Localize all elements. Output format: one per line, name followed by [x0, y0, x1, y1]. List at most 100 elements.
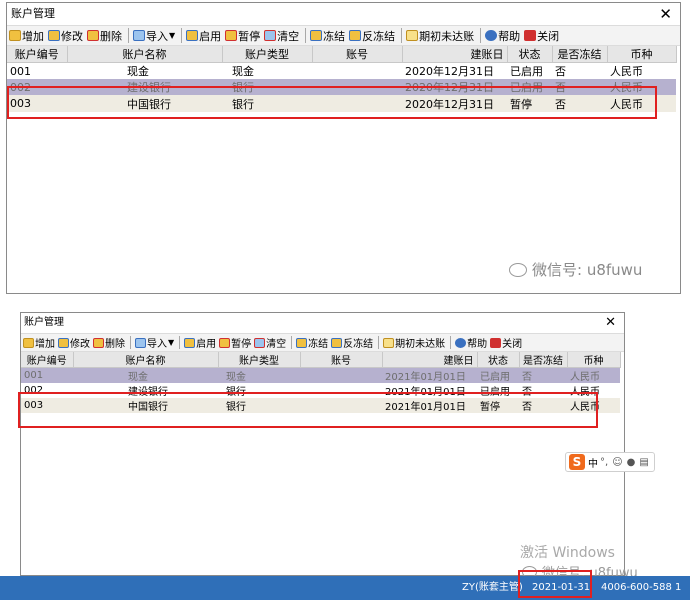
cell-account-no: [312, 63, 402, 80]
help-button[interactable]: 帮助: [485, 28, 520, 44]
microphone-icon[interactable]: ●: [627, 457, 636, 468]
column-header[interactable]: 状态: [507, 46, 553, 63]
cell-name: 现金: [127, 65, 149, 78]
close-window-icon: [490, 337, 502, 348]
close-icon[interactable]: ✕: [659, 3, 672, 25]
close-button[interactable]: 关闭: [524, 28, 559, 44]
chevron-down-icon[interactable]: ▼: [169, 31, 175, 40]
help-button[interactable]: 帮助: [455, 335, 487, 350]
column-header[interactable]: 账号: [312, 46, 403, 63]
cell-code: 001: [10, 64, 31, 78]
window-title: 账户管理: [24, 317, 64, 328]
account-management-window-top: 账户管理 ✕ 增加 修改 删除 导入 ▼ 启用 暂停 清空 冻结 反冻结 期初未达…: [6, 2, 681, 294]
import-button[interactable]: 导入 ▼: [135, 335, 174, 350]
table-row[interactable]: 001 现金 现金 2020年12月31日 已启用 否 人民币: [7, 63, 676, 80]
unfreeze-button[interactable]: 反冻结: [331, 335, 373, 350]
table-row[interactable]: 001 现金 现金 2021年01月01日 已启用 否 人民币: [21, 367, 620, 383]
import-icon: [133, 30, 145, 41]
hotline-number: 4006-600-588 1: [601, 582, 682, 593]
unfreeze-icon: [331, 337, 343, 348]
document-icon: [406, 30, 419, 41]
enable-button[interactable]: 启用: [186, 28, 221, 44]
toolbar-divider: [128, 28, 129, 43]
close-button[interactable]: 关闭: [490, 335, 522, 350]
column-header[interactable]: 建账日: [402, 46, 508, 63]
close-icon[interactable]: ✕: [605, 313, 616, 333]
pause-icon: [219, 337, 231, 348]
edit-button[interactable]: 修改: [48, 28, 83, 44]
delete-button[interactable]: 删除: [87, 28, 122, 44]
toolbar-divider: [378, 336, 380, 349]
pause-button[interactable]: 暂停: [225, 28, 260, 44]
column-header[interactable]: 币种: [607, 46, 677, 63]
cell-status: 已启用: [510, 65, 543, 78]
account-management-window-bottom: 账户管理 ✕ 增加 修改 删除 导入 ▼ 启用 暂停 清空 冻结 反冻结 期初未达…: [20, 312, 625, 576]
column-header[interactable]: 建账日: [382, 352, 478, 368]
toolbar-divider: [291, 336, 293, 349]
clear-button[interactable]: 清空: [264, 28, 299, 44]
enable-icon: [186, 30, 199, 41]
pause-icon: [225, 30, 238, 41]
help-icon: [455, 337, 467, 348]
enable-icon: [184, 337, 196, 348]
title-bar: 账户管理 ✕: [7, 3, 680, 25]
help-icon: [485, 30, 498, 41]
freeze-button[interactable]: 冻结: [296, 335, 328, 350]
wechat-icon: [509, 262, 527, 277]
highlight-box-date: [518, 570, 592, 598]
wechat-watermark: 微信号: u8fuwu: [509, 259, 642, 280]
keyboard-icon[interactable]: ▤: [639, 457, 648, 468]
highlight-box-bottom: [18, 392, 598, 428]
table-header: 账户编号 账户名称 账户类型 账号 建账日 状态 是否冻结 币种: [7, 46, 677, 63]
cell-account-no: [300, 367, 382, 383]
toolbar: 增加 修改 删除 导入 ▼ 启用 暂停 清空 冻结 反冻结 期初未达账 帮助 关闭: [7, 25, 680, 46]
enable-button[interactable]: 启用: [184, 335, 216, 350]
column-header[interactable]: 账户编号: [21, 352, 74, 368]
unfreeze-button[interactable]: 反冻结: [349, 28, 395, 44]
freeze-icon: [296, 337, 308, 348]
toolbar-divider: [179, 336, 181, 349]
column-header[interactable]: 币种: [567, 352, 621, 368]
freeze-button[interactable]: 冻结: [310, 28, 345, 44]
document-icon: [383, 337, 395, 348]
column-header[interactable]: 账户类型: [218, 352, 301, 368]
toolbar-divider: [401, 28, 403, 43]
pause-button[interactable]: 暂停: [219, 335, 251, 350]
close-window-icon: [524, 30, 537, 41]
clear-icon: [254, 337, 266, 348]
clear-button[interactable]: 清空: [254, 335, 286, 350]
title-bar: 账户管理 ✕: [21, 313, 624, 333]
edit-icon: [58, 337, 69, 348]
window-title: 账户管理: [11, 7, 55, 20]
emoji-icon[interactable]: ☺: [612, 457, 622, 468]
period-close-button[interactable]: 期初未达账: [406, 28, 474, 44]
column-header[interactable]: 账户名称: [67, 46, 223, 63]
ime-toolbar[interactable]: S 中 °, ☺ ● ▤: [565, 452, 655, 472]
chevron-down-icon[interactable]: ▼: [168, 338, 174, 347]
column-header[interactable]: 是否冻结: [552, 46, 608, 63]
cell-currency: 人民币: [610, 65, 643, 78]
column-header[interactable]: 账户名称: [73, 352, 219, 368]
ime-punctuation[interactable]: °,: [600, 457, 608, 468]
clear-icon: [264, 30, 277, 41]
freeze-icon: [310, 30, 323, 41]
cell-status: 已启用: [477, 367, 519, 383]
highlight-box-top: [7, 86, 657, 119]
column-header[interactable]: 账户编号: [7, 46, 68, 63]
toolbar-divider: [130, 336, 131, 349]
cell-currency: 人民币: [567, 367, 620, 383]
column-header[interactable]: 是否冻结: [519, 352, 568, 368]
period-close-button[interactable]: 期初未达账: [383, 335, 445, 350]
ime-mode-label[interactable]: 中: [588, 455, 598, 470]
add-button[interactable]: 增加: [9, 28, 44, 44]
sogou-ime-icon: S: [569, 454, 585, 470]
edit-button[interactable]: 修改: [58, 335, 90, 350]
add-button[interactable]: 增加: [23, 335, 55, 350]
delete-icon: [87, 30, 99, 41]
add-icon: [9, 30, 21, 41]
delete-button[interactable]: 删除: [93, 335, 125, 350]
column-header[interactable]: 状态: [477, 352, 520, 368]
import-button[interactable]: 导入 ▼: [133, 28, 175, 44]
column-header[interactable]: 账号: [300, 352, 383, 368]
column-header[interactable]: 账户类型: [222, 46, 313, 63]
